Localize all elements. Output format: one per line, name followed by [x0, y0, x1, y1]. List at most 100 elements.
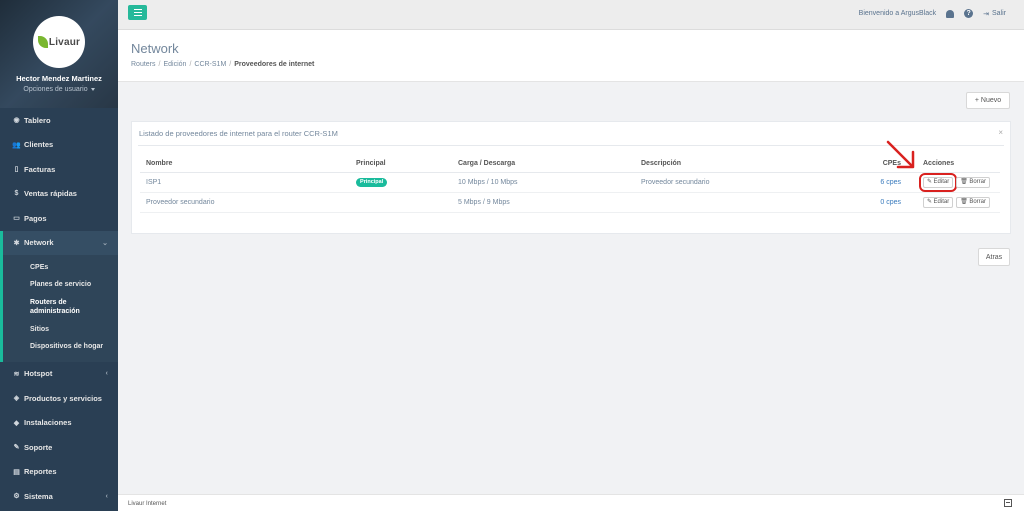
cell-name: ISP1 — [140, 172, 350, 193]
close-icon[interactable]: × — [998, 128, 1003, 137]
trash-icon: 🗑 — [960, 199, 968, 205]
dollar-icon: $ — [14, 190, 19, 198]
column-header-acciones: Acciones — [917, 155, 1000, 173]
table-row: Proveedor secundario 5 Mbps / 9 Mbps 0 c… — [140, 192, 1000, 213]
sidebar-subitem-routers[interactable]: Routers de administración — [3, 294, 118, 321]
sidebar-item-reportes[interactable]: ▤ Reportes — [0, 460, 118, 485]
wrench-icon: ✎ — [13, 444, 20, 452]
providers-table: Nombre Principal Carga / Descarga Descri… — [140, 155, 1000, 213]
delete-label: Borrar — [969, 179, 987, 185]
sidebar-item-productos[interactable]: ◈ Productos y servicios — [0, 386, 118, 411]
cell-name: Proveedor secundario — [140, 192, 350, 213]
delete-button[interactable]: 🗑 Borrar — [956, 196, 991, 208]
providers-panel: Listado de proveedores de internet para … — [131, 121, 1011, 234]
sidebar-item-instalaciones[interactable]: ◆ Instalaciones — [0, 411, 118, 436]
cpes-link[interactable]: 6 cpes — [880, 179, 901, 186]
footer: Livaur Internet — [118, 494, 1024, 511]
sidebar-subitem-cpes[interactable]: CPEs — [3, 259, 118, 276]
breadcrumb-separator: / — [158, 61, 161, 68]
menu-toggle-button[interactable] — [128, 5, 147, 20]
new-button-label: Nuevo — [980, 97, 1002, 104]
cell-description: Proveedor secundario — [635, 172, 835, 193]
welcome-text[interactable]: Bienvenido a ArgusBlack — [859, 10, 936, 17]
sidebar-item-label: Facturas — [24, 164, 56, 174]
chevron-left-icon: ‹ — [105, 492, 108, 500]
chevron-left-icon: ‹ — [105, 370, 108, 378]
book-icon: ▤ — [13, 468, 20, 476]
tag2-icon: ◆ — [13, 419, 20, 427]
cogs-icon: ⚙ — [13, 493, 20, 501]
user-options-dropdown[interactable]: Opciones de usuario — [0, 86, 118, 93]
cpes-link[interactable]: 0 cpes — [880, 199, 901, 206]
panel-title: Listado de proveedores de internet para … — [139, 129, 338, 138]
page-title: Network — [131, 41, 179, 56]
logo-text: Livaur — [48, 36, 81, 48]
hamburger-icon — [133, 11, 142, 14]
edit-button[interactable]: ✎ Editar — [923, 196, 954, 208]
breadcrumb-item-current: Proveedores de internet — [234, 61, 315, 68]
sidebar-item-label: Clientes — [24, 140, 54, 150]
edit-button[interactable]: ✎ Editar — [918, 172, 958, 192]
row-actions: ✎ Editar 🗑 Borrar — [923, 196, 994, 208]
help-icon[interactable]: ? — [964, 9, 974, 18]
cell-cpes: 0 cpes — [835, 192, 917, 213]
breadcrumb-item-routers[interactable]: Routers — [131, 61, 156, 68]
page-header: Network Routers / Edición / CCR-S1M / Prove… — [118, 30, 1024, 82]
sidebar-item-network[interactable]: ✱ Network ⌄ — [0, 230, 118, 255]
sidebar-item-tablero[interactable]: ◉ Tablero — [0, 108, 118, 133]
bell-icon[interactable] — [946, 9, 955, 18]
column-header-principal: Principal — [350, 155, 452, 173]
sidebar-item-facturas[interactable]: ▯ Facturas — [0, 157, 118, 182]
sidebar-item-label: Network — [24, 238, 54, 248]
money-icon: ▭ — [13, 215, 20, 223]
sidebar-item-ventas[interactable]: $ Ventas rápidas — [0, 182, 118, 207]
sidebar-subitem-dispositivos[interactable]: Dispositivos de hogar — [3, 338, 118, 355]
footer-window-icon[interactable] — [1004, 499, 1012, 507]
hamburger-icon — [133, 9, 142, 11]
delete-label: Borrar — [969, 199, 987, 205]
breadcrumb: Routers / Edición / CCR-S1M / Proveedores d… — [131, 61, 314, 68]
sidebar-item-label: Productos y servicios — [24, 393, 102, 403]
trash-icon: 🗑 — [960, 179, 968, 185]
sidebar: Livaur Hector Mendez Martinez Opciones d… — [0, 0, 118, 511]
cell-actions: ✎ Editar 🗑 Borrar — [917, 172, 1000, 193]
file-icon: ▯ — [14, 166, 19, 174]
cell-principal: Principal — [350, 172, 452, 193]
column-header-carga: Carga / Descarga — [452, 155, 635, 173]
profile-panel: Livaur Hector Mendez Martinez Opciones d… — [0, 0, 118, 108]
cell-actions: ✎ Editar 🗑 Borrar — [917, 192, 1000, 213]
plus-icon: + — [974, 97, 979, 104]
sidebar-subitem-planes[interactable]: Planes de servicio — [3, 276, 118, 293]
sign-out-icon: ⇥ — [983, 10, 989, 18]
delete-button[interactable]: 🗑 Borrar — [956, 176, 991, 188]
brand-logo[interactable]: Livaur — [33, 16, 85, 68]
sidebar-item-soporte[interactable]: ✎ Soporte — [0, 435, 118, 460]
back-button[interactable]: Atras — [978, 248, 1010, 266]
user-name: Hector Mendez Martinez — [16, 74, 102, 83]
new-provider-button[interactable]: + Nuevo — [966, 92, 1010, 109]
sidebar-item-label: Pagos — [24, 213, 47, 223]
sidebar-subitem-sitios[interactable]: Sitios — [3, 321, 118, 338]
cell-speed: 5 Mbps / 9 Mbps — [452, 192, 635, 213]
users-icon: 👥 — [12, 141, 21, 149]
user-options-label: Opciones de usuario — [23, 86, 88, 93]
breadcrumb-item-router[interactable]: CCR-S1M — [194, 61, 226, 68]
cell-description — [635, 192, 835, 213]
sidebar-item-clientes[interactable]: 👥 Clientes — [0, 133, 118, 158]
row-actions: ✎ Editar 🗑 Borrar — [918, 172, 994, 192]
sidebar-item-pagos[interactable]: ▭ Pagos — [0, 206, 118, 231]
top-navbar: Bienvenido a ArgusBlack ? ⇥ Salir — [118, 0, 1024, 30]
logout-link[interactable]: ⇥ Salir — [983, 10, 1006, 18]
breadcrumb-item-edicion[interactable]: Edición — [163, 61, 186, 68]
column-header-descripcion: Descripción — [635, 155, 835, 173]
caret-down-icon — [90, 87, 95, 91]
sidebar-item-label: Ventas rápidas — [24, 189, 77, 199]
leaf-icon — [37, 36, 48, 48]
sitemap-icon: ✱ — [13, 239, 20, 247]
sidebar-item-hotspot[interactable]: ≋ Hotspot ‹ — [0, 362, 118, 387]
chevron-down-icon: ⌄ — [102, 239, 108, 247]
edit-label: Editar — [933, 179, 950, 185]
table-header-row: Nombre Principal Carga / Descarga Descri… — [140, 155, 1000, 173]
sidebar-item-label: Instalaciones — [24, 418, 72, 428]
sidebar-item-sistema[interactable]: ⚙ Sistema ‹ — [0, 484, 118, 509]
